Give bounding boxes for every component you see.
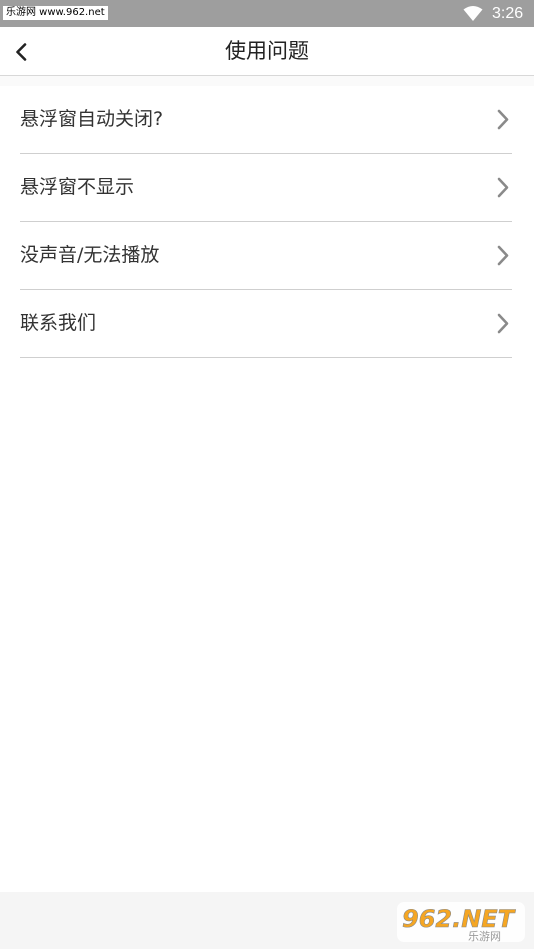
status-bar: 乐游网 www.962.net 3:26 xyxy=(0,0,534,27)
faq-item-label: 没声音/无法播放 xyxy=(20,244,160,266)
faq-item-label: 联系我们 xyxy=(20,312,97,334)
chevron-right-icon xyxy=(497,245,509,266)
wifi-icon xyxy=(463,6,483,21)
faq-item-label: 悬浮窗不显示 xyxy=(20,176,135,198)
logo-main-text: 962.NET xyxy=(402,905,516,933)
list-top-spacer xyxy=(0,76,534,86)
logo-sub-text: 乐游网 xyxy=(468,930,501,943)
faq-item-contact-us[interactable]: 联系我们 xyxy=(20,290,512,358)
faq-item-no-sound[interactable]: 没声音/无法播放 xyxy=(20,222,512,290)
faq-item-floating-window-not-shown[interactable]: 悬浮窗不显示 xyxy=(20,154,512,222)
status-clock: 3:26 xyxy=(492,5,524,22)
faq-list: 悬浮窗自动关闭? 悬浮窗不显示 没声音/无法播放 联系我们 xyxy=(20,86,512,358)
watermark-logo: 962.NET 乐游网 xyxy=(397,902,525,943)
watermark-label: 乐游网 www.962.net xyxy=(3,6,108,20)
faq-item-label: 悬浮窗自动关闭? xyxy=(20,108,164,130)
back-button[interactable] xyxy=(10,35,40,67)
back-arrow-icon xyxy=(16,43,27,61)
chevron-right-icon xyxy=(497,109,509,130)
faq-item-floating-window-auto-close[interactable]: 悬浮窗自动关闭? xyxy=(20,86,512,154)
app-bar: 使用问题 xyxy=(0,27,534,76)
page-title: 使用问题 xyxy=(225,39,309,63)
chevron-right-icon xyxy=(497,177,509,198)
chevron-right-icon xyxy=(497,313,509,334)
